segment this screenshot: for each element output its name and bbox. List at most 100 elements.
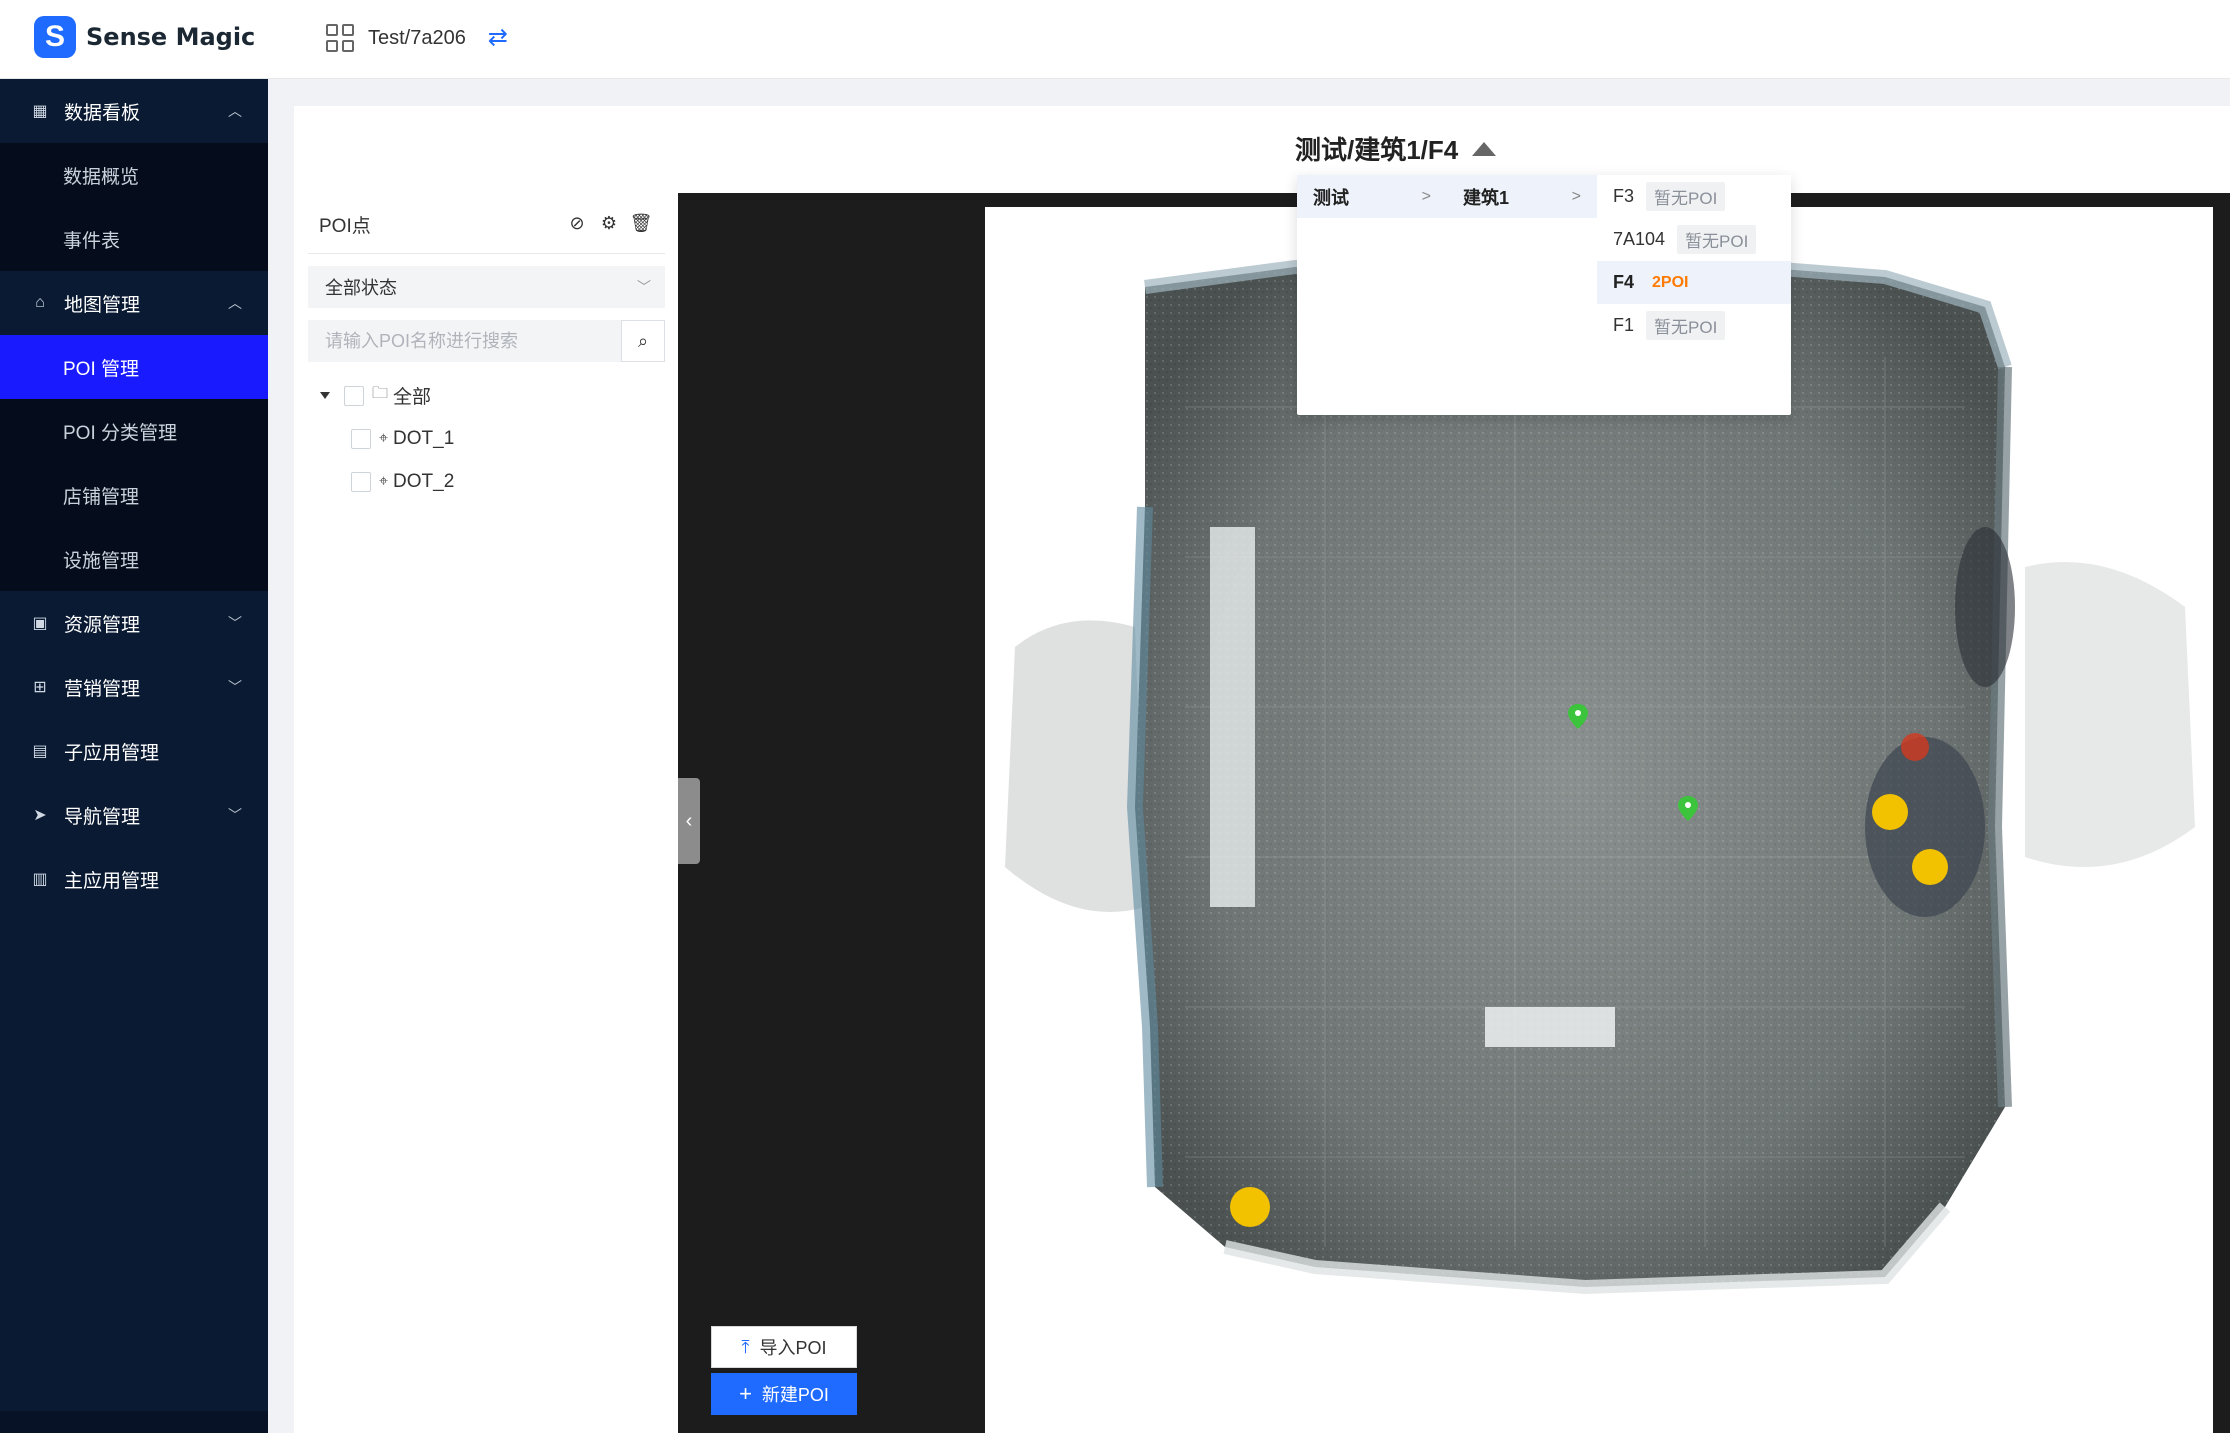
- menu-head-marketing[interactable]: ⊞ 营销管理 ﹀: [0, 655, 268, 719]
- desk-left: [1210, 527, 1255, 907]
- chevron-down-icon: ﹀: [637, 279, 651, 295]
- chevron-down-icon: ﹀: [228, 679, 242, 695]
- table-bottom: [1485, 1007, 1615, 1047]
- search-button[interactable]: ⌕: [621, 320, 665, 362]
- new-poi-label: 新建POI: [761, 1385, 829, 1405]
- logo-text: Sense Magic: [86, 23, 256, 51]
- switch-arrows-icon[interactable]: ⇄: [488, 26, 508, 50]
- menu-label: 资源管理: [64, 614, 141, 636]
- top-header: S Sense Magic Test/7a206 ⇄: [0, 0, 2230, 79]
- point-cloud-right-wing: [2025, 562, 2195, 867]
- poi-panel-title: POI点: [319, 216, 371, 237]
- location-pin-icon: ⌖: [379, 472, 389, 490]
- marketing-icon: ⊞: [33, 679, 47, 696]
- floor-option[interactable]: F3 暂无POI: [1597, 175, 1791, 218]
- poi-tree: 🗀 全部 ⌖ DOT_1 ⌖ DOT_2: [308, 374, 665, 503]
- tree-node[interactable]: ⌖ DOT_1: [308, 417, 665, 460]
- eye-off-icon[interactable]: ⊘: [567, 212, 587, 234]
- sidebar-item-poi-category[interactable]: POI 分类管理: [0, 399, 268, 463]
- sidebar-item-poi-management[interactable]: POI 管理: [0, 335, 268, 399]
- cascader-column-floor: F3 暂无POI 7A104 暂无POI F4 2POI F1 暂无POI: [1597, 175, 1791, 415]
- chevron-down-icon: ﹀: [228, 615, 242, 631]
- caret-down-icon[interactable]: [320, 392, 330, 399]
- import-poi-label: 导入POI: [759, 1338, 827, 1358]
- folder-icon: 🗀: [372, 385, 389, 402]
- cascader-column-project: 测试 >: [1297, 175, 1447, 415]
- search-icon: ⌕: [637, 330, 649, 351]
- poi-count-badge: 2POI: [1652, 273, 1689, 291]
- navigation-icon: ➤: [33, 807, 47, 824]
- collapse-panel-handle[interactable]: ‹: [678, 778, 700, 864]
- menu-head-navigation[interactable]: ➤ 导航管理 ﹀: [0, 783, 268, 847]
- chevron-right-icon: >: [1421, 187, 1431, 205]
- tree-root-label: 全部: [393, 387, 432, 408]
- chevron-left-icon: ‹: [685, 809, 693, 832]
- menu-label: 营销管理: [64, 678, 141, 700]
- tree-node-label: DOT_1: [393, 427, 455, 449]
- trash-icon[interactable]: 🗑: [630, 212, 653, 234]
- sidebar-footer: [0, 1411, 268, 1433]
- yellow-object: [1872, 794, 1908, 830]
- submenu-dashboard: 数据概览 事件表: [0, 143, 268, 271]
- new-poi-button[interactable]: + 新建POI: [711, 1373, 857, 1415]
- point-cloud-left-wing: [1005, 620, 1145, 912]
- location-pin-icon: ⌖: [379, 429, 389, 447]
- tree-root[interactable]: 🗀 全部: [308, 374, 665, 417]
- menu-head-subapp[interactable]: ▤ 子应用管理: [0, 719, 268, 783]
- tree-node[interactable]: ⌖ DOT_2: [308, 460, 665, 503]
- floor-option[interactable]: F4 2POI: [1597, 261, 1791, 304]
- search-input[interactable]: [308, 320, 621, 362]
- menu-group-dashboard: ▦ 数据看板 ︿ 数据概览 事件表: [0, 79, 268, 271]
- logo[interactable]: S Sense Magic: [34, 16, 255, 58]
- floor-option[interactable]: F1 暂无POI: [1597, 304, 1791, 347]
- floor-option-label: F1: [1613, 315, 1635, 335]
- tree-checkbox[interactable]: [344, 385, 364, 406]
- menu-head-map[interactable]: ⌂ 地图管理 ︿: [0, 271, 268, 335]
- poi-panel-header: POI点 ⊘ ⚙ 🗑: [308, 196, 665, 254]
- logo-mark: S: [34, 16, 76, 58]
- tree-checkbox[interactable]: [351, 471, 371, 492]
- cascader-option[interactable]: 测试 >: [1297, 175, 1447, 218]
- floor-option[interactable]: 7A104 暂无POI: [1597, 218, 1791, 261]
- menu-label: 主应用管理: [64, 870, 160, 892]
- menu-head-dashboard[interactable]: ▦ 数据看板 ︿: [0, 79, 268, 143]
- gear-icon[interactable]: ⚙: [599, 212, 619, 234]
- subapp-icon: ▤: [32, 743, 48, 760]
- poi-count-badge: 暂无POI: [1646, 311, 1726, 340]
- cascader-option-label: 测试: [1313, 187, 1349, 208]
- cascader-option-label: 建筑1: [1463, 187, 1510, 208]
- search-row: ⌕: [308, 320, 665, 362]
- menu-label: 数据看板: [64, 102, 141, 124]
- import-poi-button[interactable]: ⤒ 导入POI: [711, 1326, 857, 1368]
- chevron-up-icon: ︿: [228, 103, 242, 119]
- sidebar-item-store[interactable]: 店铺管理: [0, 463, 268, 527]
- mainapp-icon: ▥: [32, 871, 48, 888]
- floor-option-label: F3: [1613, 186, 1635, 206]
- submenu-map: POI 管理 POI 分类管理 店铺管理 设施管理: [0, 335, 268, 591]
- project-name: Test/7a206: [368, 26, 466, 49]
- dark-object: [1955, 527, 2015, 687]
- status-filter-value: 全部状态: [325, 278, 397, 298]
- project-switcher[interactable]: Test/7a206 ⇄: [326, 20, 508, 56]
- map-icon: ⌂: [35, 294, 45, 311]
- sidebar-item-event-table[interactable]: 事件表: [0, 207, 268, 271]
- yellow-object: [1230, 1187, 1270, 1227]
- poi-count-badge: 暂无POI: [1646, 182, 1726, 211]
- poi-count-badge: 暂无POI: [1677, 225, 1757, 254]
- caret-up-icon: [1472, 141, 1497, 156]
- floor-selector-trigger[interactable]: 测试/建筑1/F4: [1295, 130, 1497, 167]
- status-filter-select[interactable]: 全部状态 ﹀: [308, 266, 665, 308]
- chevron-up-icon: ︿: [228, 295, 242, 311]
- chevron-right-icon: >: [1571, 187, 1581, 205]
- menu-head-mainapp[interactable]: ▥ 主应用管理: [0, 847, 268, 911]
- menu-label: 导航管理: [64, 806, 141, 828]
- apps-grid-icon: [326, 24, 354, 52]
- sidebar-item-data-overview[interactable]: 数据概览: [0, 143, 268, 207]
- yellow-object: [1912, 849, 1948, 885]
- cascader-option[interactable]: 建筑1 >: [1447, 175, 1597, 218]
- tree-checkbox[interactable]: [351, 428, 371, 449]
- sidebar-item-facility[interactable]: 设施管理: [0, 527, 268, 591]
- menu-head-resource[interactable]: ▣ 资源管理 ﹀: [0, 591, 268, 655]
- menu-label: 子应用管理: [64, 742, 160, 764]
- cascader-column-building: 建筑1 >: [1447, 175, 1597, 415]
